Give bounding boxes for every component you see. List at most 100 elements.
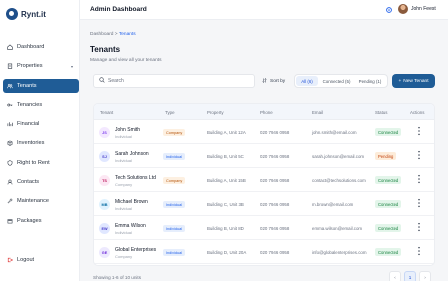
page-subtitle: Manage and view all your tenants (90, 58, 162, 63)
logo-text: Rynt.it (21, 9, 46, 19)
status-badge: Connected (375, 224, 402, 232)
property-cell: Building A, Unit 12A (207, 130, 246, 135)
sidebar-item-financial[interactable]: Financial (3, 117, 79, 131)
sidebar-item-label: Right to Rent (17, 159, 50, 166)
more-actions-icon[interactable] (416, 150, 422, 162)
sidebar-item-tenancies[interactable]: Tenancies (3, 98, 79, 112)
sort-by-button[interactable]: Sort by (262, 74, 285, 88)
page-button[interactable]: 1 (404, 271, 416, 281)
email-cell: info@globalenterprises.com (312, 250, 367, 255)
tenant-kind: Individual (115, 158, 132, 163)
tenant-avatar: TS (99, 175, 110, 186)
sidebar-item-label: Maintenance (17, 198, 50, 205)
chart-icon (7, 121, 13, 127)
tenant-kind: Individual (115, 230, 132, 235)
logo[interactable]: Rynt.it (6, 8, 46, 20)
filter-tab-all[interactable]: All (6) (296, 76, 318, 86)
status-badge: Connected (375, 176, 402, 184)
tenant-name[interactable]: Tech Solutions Ltd (115, 175, 156, 181)
sort-icon (262, 77, 267, 85)
home-icon (7, 44, 13, 50)
page-heading: Admin Dashboard (90, 6, 147, 13)
property-cell: Building B, Unit 8D (207, 226, 244, 231)
sidebar-item-properties[interactable]: Properties ▾ (3, 59, 79, 73)
table-row[interactable]: TS Tech Solutions Ltd Company Company Buildi… (94, 169, 434, 192)
table-row[interactable]: GE Global Enterprises Company Individual Bui… (94, 241, 434, 264)
chevron-down-icon: ▾ (70, 63, 73, 69)
more-actions-icon[interactable] (416, 126, 422, 138)
plus-icon: + (398, 78, 402, 84)
sidebar-item-maintenance[interactable]: Maintenance (3, 194, 79, 208)
logout-label: Logout (17, 257, 35, 263)
sidebar-item-inventories[interactable]: Inventories (3, 136, 79, 150)
tenant-avatar: JS (99, 127, 110, 138)
sidebar-item-right-to-rent[interactable]: Right to Rent (3, 156, 79, 170)
sidebar-item-label: Contacts (17, 179, 40, 186)
search-box[interactable] (93, 74, 255, 88)
search-icon (99, 77, 105, 85)
property-cell: Building A, Unit 15B (207, 178, 246, 183)
type-badge: Individual (163, 249, 186, 256)
email-cell: m.brown@email.com (312, 202, 354, 207)
pagination: ‹ 1 › (389, 271, 431, 281)
key-icon (7, 102, 13, 108)
table-row[interactable]: MB Michael Brown Individual Individual Build… (94, 193, 434, 216)
email-cell: john.smith@email.com (312, 130, 357, 135)
filter-tabs: All (6) Connected (5) Pending (1) (294, 74, 388, 88)
sidebar-item-dashboard[interactable]: Dashboard (3, 40, 79, 54)
tenant-name[interactable]: Michael Brown (115, 199, 148, 205)
tenant-kind: Individual (115, 206, 132, 211)
shield-icon (7, 160, 13, 166)
tenant-kind: Company (115, 254, 133, 259)
column-header-email: Email (312, 110, 323, 115)
wrench-icon (7, 198, 13, 204)
user-menu[interactable]: John Feest (398, 4, 436, 14)
more-actions-icon[interactable] (416, 174, 422, 186)
status-badge: Connected (375, 200, 402, 208)
email-cell: emma.wilson@email.com (312, 226, 363, 231)
new-tenant-button[interactable]: + New Tenant (392, 74, 435, 88)
column-header-status: Status (375, 110, 388, 115)
contact-icon (7, 179, 13, 185)
pagination-summary: Showing 1-6 of 10 units (93, 275, 142, 280)
avatar (398, 4, 408, 14)
sidebar-item-contacts[interactable]: Contacts (3, 175, 79, 189)
building-icon (7, 63, 13, 69)
sidebar: Rynt.it Dashboard Properties ▾ Tenants Tenan… (0, 0, 80, 281)
type-badge: Individual (163, 201, 186, 208)
sidebar-item-label: Tenancies (17, 101, 43, 108)
logout-button[interactable]: Logout (7, 257, 34, 263)
table-row[interactable]: EW Emma Wilson Individual Individual Buildin… (94, 217, 434, 240)
tenant-name[interactable]: Sarah Johnson (115, 151, 149, 157)
tenant-name[interactable]: Global Enterprises (115, 247, 156, 253)
prev-page-button[interactable]: ‹ (389, 271, 401, 281)
tenant-avatar: EW (99, 223, 110, 234)
breadcrumb-current: Tenants (118, 32, 136, 37)
more-actions-icon[interactable] (416, 246, 422, 258)
logout-icon (7, 257, 13, 263)
sidebar-item-tenants[interactable]: Tenants (3, 78, 79, 93)
breadcrumb-parent[interactable]: Dashboard (90, 32, 113, 37)
tenant-name[interactable]: Emma Wilson (115, 223, 146, 229)
tenant-name[interactable]: John Smith (115, 127, 140, 133)
property-cell: Building B, Unit 5C (207, 154, 244, 159)
column-header-property: Property (207, 110, 224, 115)
phone-cell: 020 7946 0958 (260, 250, 290, 255)
table-row[interactable]: SJ Sarah Johnson Individual Individual Build… (94, 145, 434, 168)
more-actions-icon[interactable] (416, 198, 422, 210)
phone-cell: 020 7946 0958 (260, 178, 290, 183)
search-input[interactable] (108, 78, 248, 84)
filter-tab-connected[interactable]: Connected (5) (318, 76, 355, 86)
sidebar-item-packages[interactable]: Packages (3, 214, 79, 228)
package-icon (7, 218, 13, 224)
more-actions-icon[interactable] (416, 222, 422, 234)
filter-tab-pending[interactable]: Pending (1) (355, 76, 385, 86)
tenant-kind: Individual (115, 134, 132, 139)
gear-icon[interactable] (385, 6, 393, 14)
sort-label: Sort by (270, 78, 286, 84)
sidebar-item-label: Inventories (17, 140, 45, 147)
new-tenant-label: New Tenant (403, 78, 429, 84)
next-page-button[interactable]: › (419, 271, 431, 281)
table-row[interactable]: JS John Smith Individual Company Building A,… (94, 121, 434, 144)
box-icon (7, 140, 13, 147)
